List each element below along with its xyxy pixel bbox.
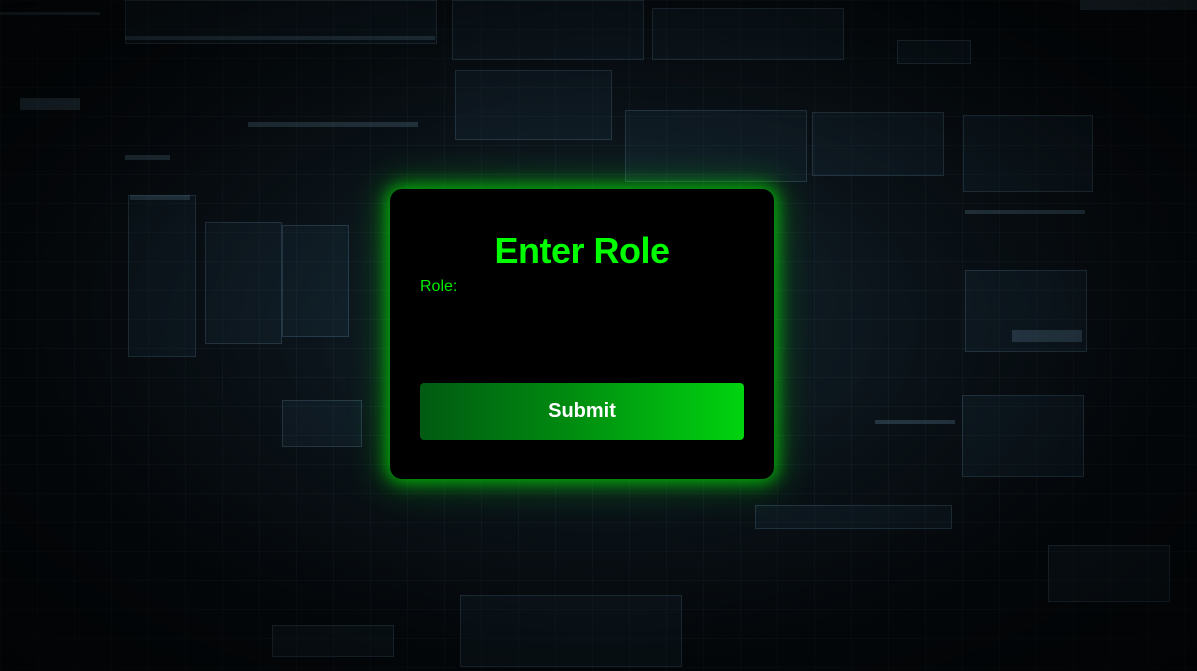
role-dialog: Enter Role Role: Submit [390, 189, 774, 479]
submit-button[interactable]: Submit [420, 383, 744, 440]
role-input[interactable] [420, 301, 744, 365]
dialog-title: Enter Role [494, 230, 670, 271]
role-label: Role: [420, 278, 458, 295]
